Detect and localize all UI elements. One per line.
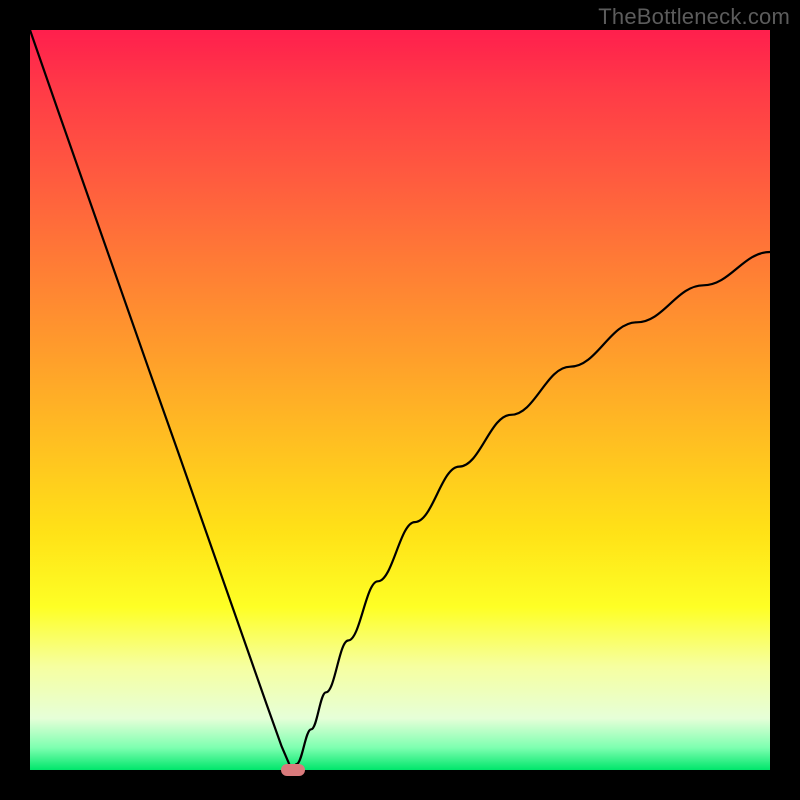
curve-path: [30, 30, 770, 770]
chart-frame: TheBottleneck.com: [0, 0, 800, 800]
minimum-marker: [281, 764, 305, 776]
watermark-text: TheBottleneck.com: [598, 4, 790, 30]
bottleneck-curve: [30, 30, 770, 770]
plot-area: [30, 30, 770, 770]
